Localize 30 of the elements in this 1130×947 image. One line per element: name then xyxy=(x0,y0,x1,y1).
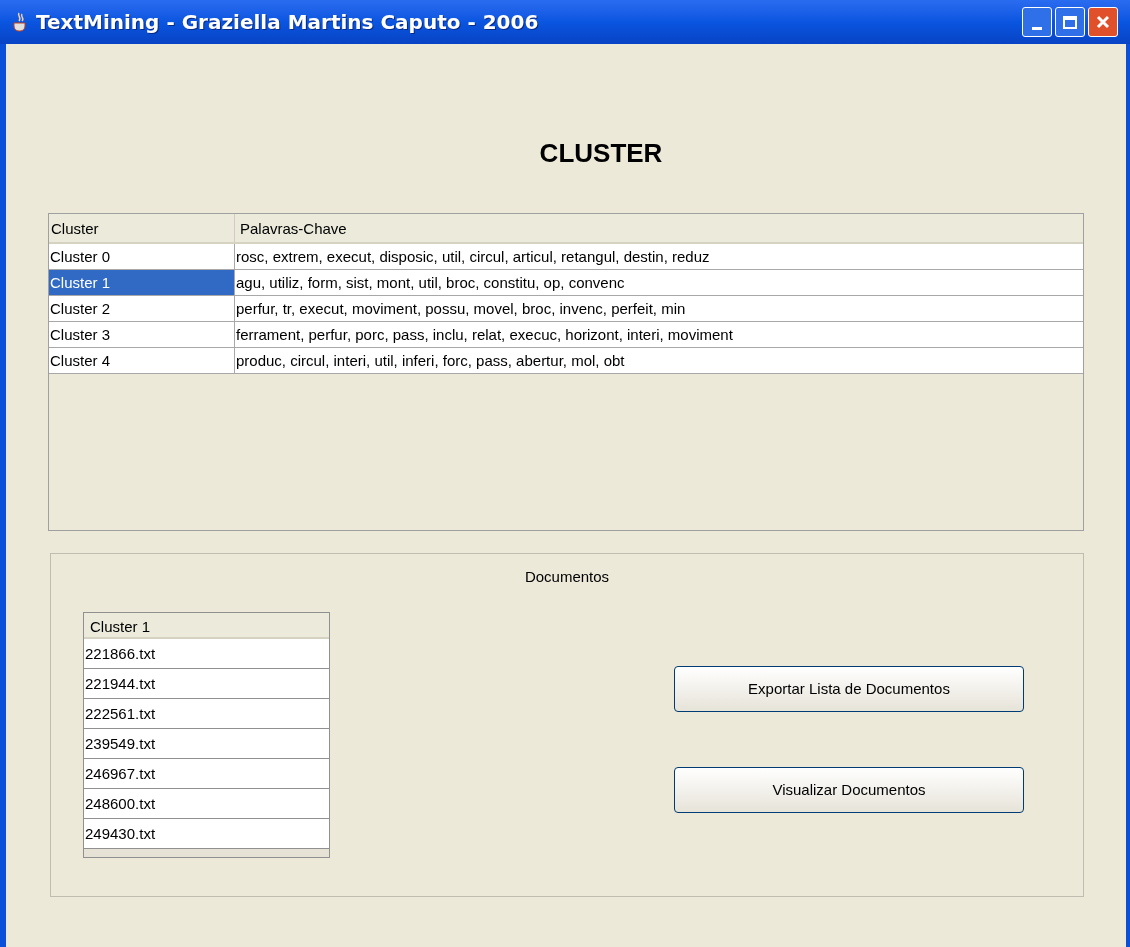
close-icon xyxy=(1095,14,1111,30)
table-cell[interactable]: ferrament, perfur, porc, pass, inclu, relat, execuc, horizont, interi, moviment xyxy=(235,322,1083,347)
close-button[interactable] xyxy=(1088,7,1118,37)
table-cell[interactable]: agu, utiliz, form, sist, mont, util, broc, constitu, op, convenc xyxy=(235,270,1083,295)
minimize-button[interactable] xyxy=(1022,7,1052,37)
table-cell[interactable]: Cluster 2 xyxy=(49,296,235,321)
table-cell[interactable]: 221944.txt xyxy=(84,669,329,699)
table-cell[interactable]: 248600.txt xyxy=(84,789,329,819)
action-button[interactable]: Visualizar Documentos xyxy=(674,767,1024,813)
panel-title: Documentos xyxy=(523,567,611,586)
table-cell[interactable]: 246967.txt xyxy=(84,759,329,789)
table-cell[interactable]: Cluster 3 xyxy=(49,322,235,347)
table-cell[interactable]: produc, circul, interi, util, inferi, forc, pass, abertur, mol, obt xyxy=(235,348,1083,373)
column-header[interactable]: Palavras-Chave xyxy=(235,214,1083,242)
maximize-button[interactable] xyxy=(1055,7,1085,37)
table-cell[interactable]: Cluster 0 xyxy=(49,244,235,269)
table-cell[interactable]: rosc, extrem, execut, disposic, util, circul, articul, retangul, destin, reduz xyxy=(235,244,1083,269)
table-cell[interactable]: Cluster 1 xyxy=(49,270,235,295)
action-button[interactable]: Exportar Lista de Documentos xyxy=(674,666,1024,712)
table-cell[interactable]: perfur, tr, execut, moviment, possu, movel, broc, invenc, perfeit, min xyxy=(235,296,1083,321)
column-header[interactable]: Cluster 1 xyxy=(84,613,329,639)
window-title: TextMining - Graziella Martins Caputo - 2006 xyxy=(36,9,539,36)
page-heading: CLUSTER xyxy=(538,137,664,170)
table-cell[interactable]: 249430.txt xyxy=(84,819,329,849)
coffee-cup-icon xyxy=(12,12,28,32)
table-cell[interactable]: 239549.txt xyxy=(84,729,329,759)
table-cell[interactable]: 222561.txt xyxy=(84,699,329,729)
table-cell[interactable]: 221866.txt xyxy=(84,639,329,669)
column-header[interactable]: Cluster xyxy=(49,214,235,242)
table-cell[interactable]: Cluster 4 xyxy=(49,348,235,373)
